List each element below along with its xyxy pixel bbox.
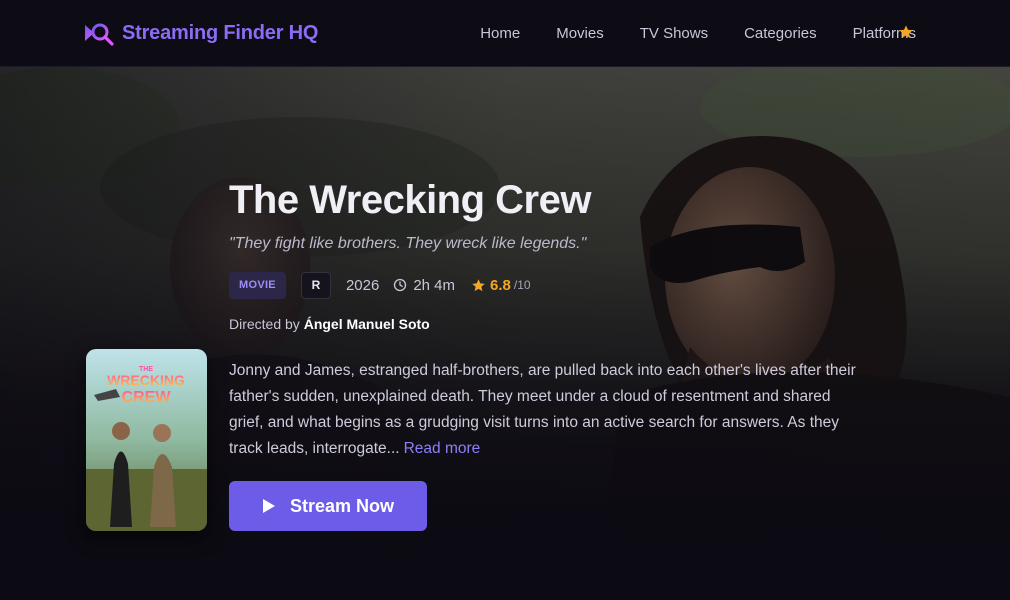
stream-now-button[interactable]: Stream Now <box>229 481 427 531</box>
director-name[interactable]: Ángel Manuel Soto <box>304 316 430 332</box>
play-icon <box>263 499 275 513</box>
brand[interactable]: Streaming Finder HQ <box>84 20 318 46</box>
type-badge: MOVIE <box>229 271 286 299</box>
runtime: 2h 4m <box>413 276 456 294</box>
read-more-link[interactable]: Read more <box>404 440 481 457</box>
age-rating-badge: R <box>300 271 331 299</box>
main-nav: Home Movies TV Shows Categories Platform… <box>480 0 916 67</box>
logo-icon <box>85 23 114 46</box>
brand-name: Streaming Finder HQ <box>122 21 319 44</box>
favorites-star-icon[interactable] <box>898 24 914 40</box>
director-line: Directed by Ángel Manuel Soto <box>229 316 430 332</box>
score-value: 6.8 <box>490 276 511 294</box>
poster-title-line3: CREW <box>122 389 172 406</box>
nav-home[interactable]: Home <box>480 25 520 42</box>
nav-movies[interactable]: Movies <box>556 25 604 42</box>
movie-meta: MOVIE R 2026 2h 4m 6.8 /10 <box>229 271 531 299</box>
clock-icon <box>394 278 407 292</box>
movie-poster[interactable]: THE WRECKING CREW <box>86 349 207 531</box>
release-year: 2026 <box>345 276 380 294</box>
synopsis-text: Jonny and James, estranged half-brothers… <box>229 362 856 457</box>
synopsis: Jonny and James, estranged half-brothers… <box>229 358 869 462</box>
score-max: /10 <box>513 278 531 292</box>
top-header: Streaming Finder HQ Home Movies TV Shows… <box>0 0 1010 67</box>
nav-categories[interactable]: Categories <box>744 25 817 42</box>
movie-tagline: "They fight like brothers. They wreck li… <box>229 235 587 252</box>
poster-title-line2: WRECKING <box>107 372 185 388</box>
poster-artwork: THE WRECKING CREW <box>86 349 207 531</box>
nav-tv-shows[interactable]: TV Shows <box>640 25 708 42</box>
movie-title: The Wrecking Crew <box>229 178 591 222</box>
directed-by-label: Directed by <box>229 316 300 332</box>
stream-now-label: Stream Now <box>290 495 395 516</box>
rating-star-icon <box>472 278 485 291</box>
